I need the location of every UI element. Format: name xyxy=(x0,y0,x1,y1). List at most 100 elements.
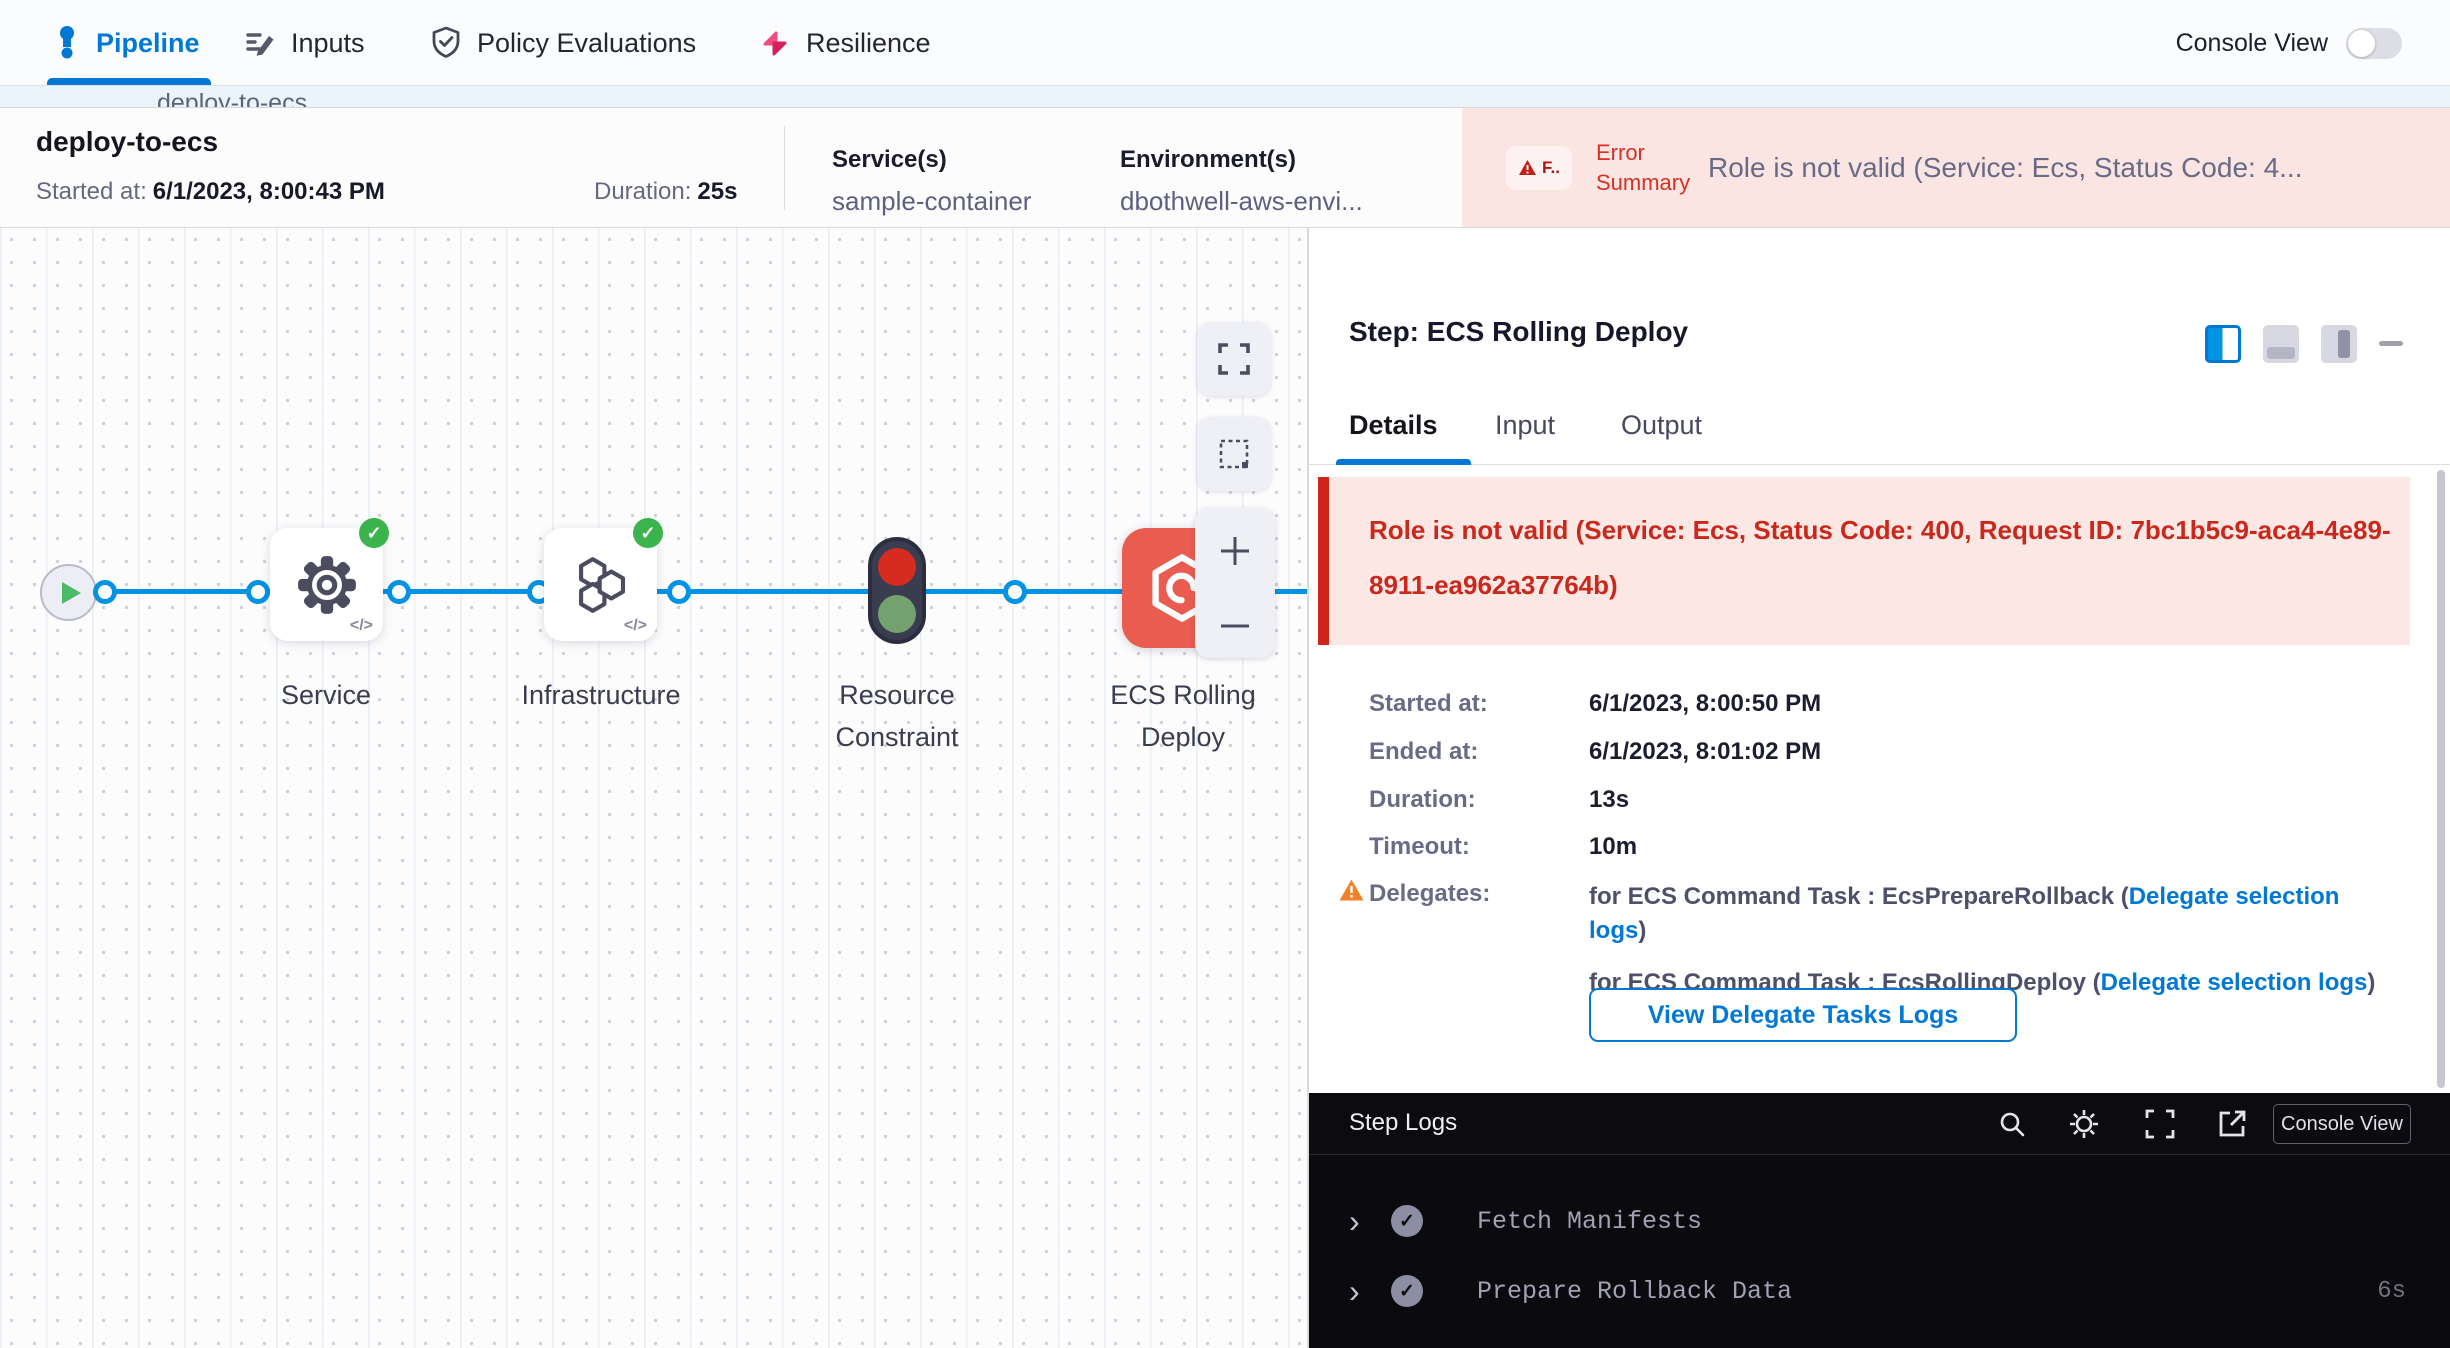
edge-port xyxy=(93,580,117,604)
stage-strip-label: deploy-to-ecs xyxy=(157,89,307,108)
pipeline-canvas[interactable]: </> ✓ Service </> ✓ Infrastructure Resou… xyxy=(0,228,1308,1348)
execution-header: deploy-to-ecs Started at:6/1/2023, 8:00:… xyxy=(0,108,2450,228)
node-service-label: Service xyxy=(226,674,426,716)
console-view-label: Console View xyxy=(2176,29,2328,58)
step-error-banner: Role is not valid (Service: Ecs, Status … xyxy=(1318,477,2410,645)
logs-console-view-button[interactable]: Console View xyxy=(2273,1104,2411,1144)
tab-policy-evaluations[interactable]: Policy Evaluations xyxy=(429,0,696,86)
step-logs-header: Step Logs xyxy=(1309,1093,2450,1155)
canvas-fullscreen-button[interactable] xyxy=(1197,322,1271,396)
traffic-light-red xyxy=(878,548,916,586)
error-summary-message: Role is not valid (Service: Ecs, Status … xyxy=(1708,152,2302,184)
tab-policy-evaluations-label: Policy Evaluations xyxy=(477,28,696,59)
environments-value[interactable]: dbothwell-aws-envi... xyxy=(1120,186,1363,217)
layout-right-panel-icon[interactable] xyxy=(2205,325,2241,363)
logs-fullscreen-icon[interactable] xyxy=(2143,1107,2177,1141)
hexagons-icon xyxy=(568,552,634,618)
active-tab-underline xyxy=(47,78,211,85)
environments-label: Environment(s) xyxy=(1120,146,1363,174)
error-summary-zone: F.. Error Summary Role is not valid (Ser… xyxy=(1462,108,2450,227)
step-error-message: Role is not valid (Service: Ecs, Status … xyxy=(1369,503,2414,613)
failed-badge-label: F.. xyxy=(1542,158,1560,178)
edge-port xyxy=(246,580,270,604)
zoom-out-button[interactable] xyxy=(1217,619,1253,633)
code-icon: </> xyxy=(350,617,373,635)
expand-chevron-icon[interactable]: › xyxy=(1349,1205,1375,1237)
marquee-select-icon xyxy=(1216,436,1252,472)
step-details-panel: Step: ECS Rolling Deploy Details Input O… xyxy=(1308,228,2450,1348)
log-success-check-icon: ✓ xyxy=(1391,1275,1423,1307)
toggle-knob xyxy=(2348,30,2375,57)
gear-icon xyxy=(294,552,360,618)
layout-side-panel-icon[interactable] xyxy=(2321,325,2357,363)
duration: Duration:25s xyxy=(594,178,737,206)
fullscreen-icon xyxy=(1216,341,1252,377)
canvas-select-button[interactable] xyxy=(1197,417,1271,491)
console-view-toggle[interactable] xyxy=(2346,28,2402,59)
delegate-task-1: for ECS Command Task : EcsPrepareRollbac… xyxy=(1589,880,2369,948)
logs-open-external-icon[interactable] xyxy=(2215,1107,2249,1141)
log-section-duration: 6s xyxy=(2377,1278,2406,1305)
services-block: Service(s) sample-container xyxy=(832,146,1031,217)
tab-resilience[interactable]: Resilience xyxy=(758,0,931,86)
tab-output[interactable]: Output xyxy=(1621,410,1702,441)
log-section-prepare-rollback-data[interactable]: › ✓ Prepare Rollback Data 6s xyxy=(1349,1268,2406,1314)
log-success-check-icon: ✓ xyxy=(1391,1205,1423,1237)
panel-scrollbar[interactable] xyxy=(2437,470,2445,1088)
tab-pipeline[interactable]: Pipeline xyxy=(52,0,200,86)
node-ecs-rolling-deploy-label: ECS Rolling Deploy xyxy=(1083,674,1283,758)
tab-details[interactable]: Details xyxy=(1349,410,1438,441)
logs-settings-gear-icon[interactable] xyxy=(2067,1107,2101,1141)
pipeline-icon xyxy=(52,25,82,61)
pipeline-execution-page: Pipeline Inputs Policy Evaluations Resil… xyxy=(0,0,2450,1348)
failed-status-badge: F.. xyxy=(1506,146,1572,190)
edge-port xyxy=(387,580,411,604)
canvas-zoom-controls xyxy=(1195,508,1275,658)
expand-chevron-icon[interactable]: › xyxy=(1349,1275,1375,1307)
tab-pipeline-label: Pipeline xyxy=(96,28,200,59)
services-label: Service(s) xyxy=(832,146,1031,174)
resilience-icon xyxy=(758,26,792,60)
pipeline-name: deploy-to-ecs xyxy=(36,126,218,158)
logs-search-icon[interactable] xyxy=(1995,1107,2029,1141)
tab-inputs-label: Inputs xyxy=(291,28,365,59)
edge-port xyxy=(1003,580,1027,604)
environments-block: Environment(s) dbothwell-aws-envi... xyxy=(1120,146,1363,217)
warning-triangle-icon xyxy=(1518,159,1537,176)
start-node[interactable] xyxy=(40,564,97,621)
step-panel-tabs: Details Input Output xyxy=(1309,410,2450,465)
zoom-in-button[interactable] xyxy=(1217,533,1253,569)
delegates-value: for ECS Command Task : EcsPrepareRollbac… xyxy=(1589,880,2375,1000)
delegate-warning-icon xyxy=(1338,878,1365,909)
details-tab-underline xyxy=(1336,459,1471,465)
minimize-panel-icon[interactable] xyxy=(2379,341,2403,346)
stage-selector-strip[interactable]: deploy-to-ecs xyxy=(0,86,2450,108)
console-view-control: Console View xyxy=(2176,0,2402,86)
step-logs-title: Step Logs xyxy=(1349,1109,1457,1137)
layout-bottom-panel-icon[interactable] xyxy=(2263,325,2299,363)
delegate-selection-logs-link[interactable]: Delegate selection logs xyxy=(2101,969,2368,996)
edit-inputs-icon xyxy=(243,26,277,60)
view-delegate-tasks-logs-button[interactable]: View Delegate Tasks Logs xyxy=(1589,988,2017,1042)
top-nav: Pipeline Inputs Policy Evaluations Resil… xyxy=(0,0,2450,86)
node-resource-constraint-label: Resource Constraint xyxy=(797,674,997,758)
play-icon xyxy=(62,582,81,604)
infrastructure-success-badge: ✓ xyxy=(633,518,663,548)
step-logs-panel: Step Logs xyxy=(1309,1093,2450,1348)
delegates-label: Delegates: xyxy=(1369,880,1490,908)
tab-inputs[interactable]: Inputs xyxy=(243,0,365,86)
step-panel-title: Step: ECS Rolling Deploy xyxy=(1349,316,1688,348)
node-resource-constraint[interactable] xyxy=(868,537,926,644)
code-icon: </> xyxy=(624,617,647,635)
services-value[interactable]: sample-container xyxy=(832,186,1031,217)
log-section-fetch-manifests[interactable]: › ✓ Fetch Manifests xyxy=(1349,1198,2406,1244)
header-divider xyxy=(784,126,785,210)
error-summary-label: Error Summary xyxy=(1596,138,1708,198)
shield-check-icon xyxy=(429,25,463,61)
log-section-title: Fetch Manifests xyxy=(1477,1207,1702,1236)
node-infrastructure-label: Infrastructure xyxy=(501,674,701,716)
tab-input[interactable]: Input xyxy=(1495,410,1555,441)
service-success-badge: ✓ xyxy=(359,518,389,548)
started-at: Started at:6/1/2023, 8:00:43 PM xyxy=(36,178,385,206)
log-section-title: Prepare Rollback Data xyxy=(1477,1277,1792,1306)
